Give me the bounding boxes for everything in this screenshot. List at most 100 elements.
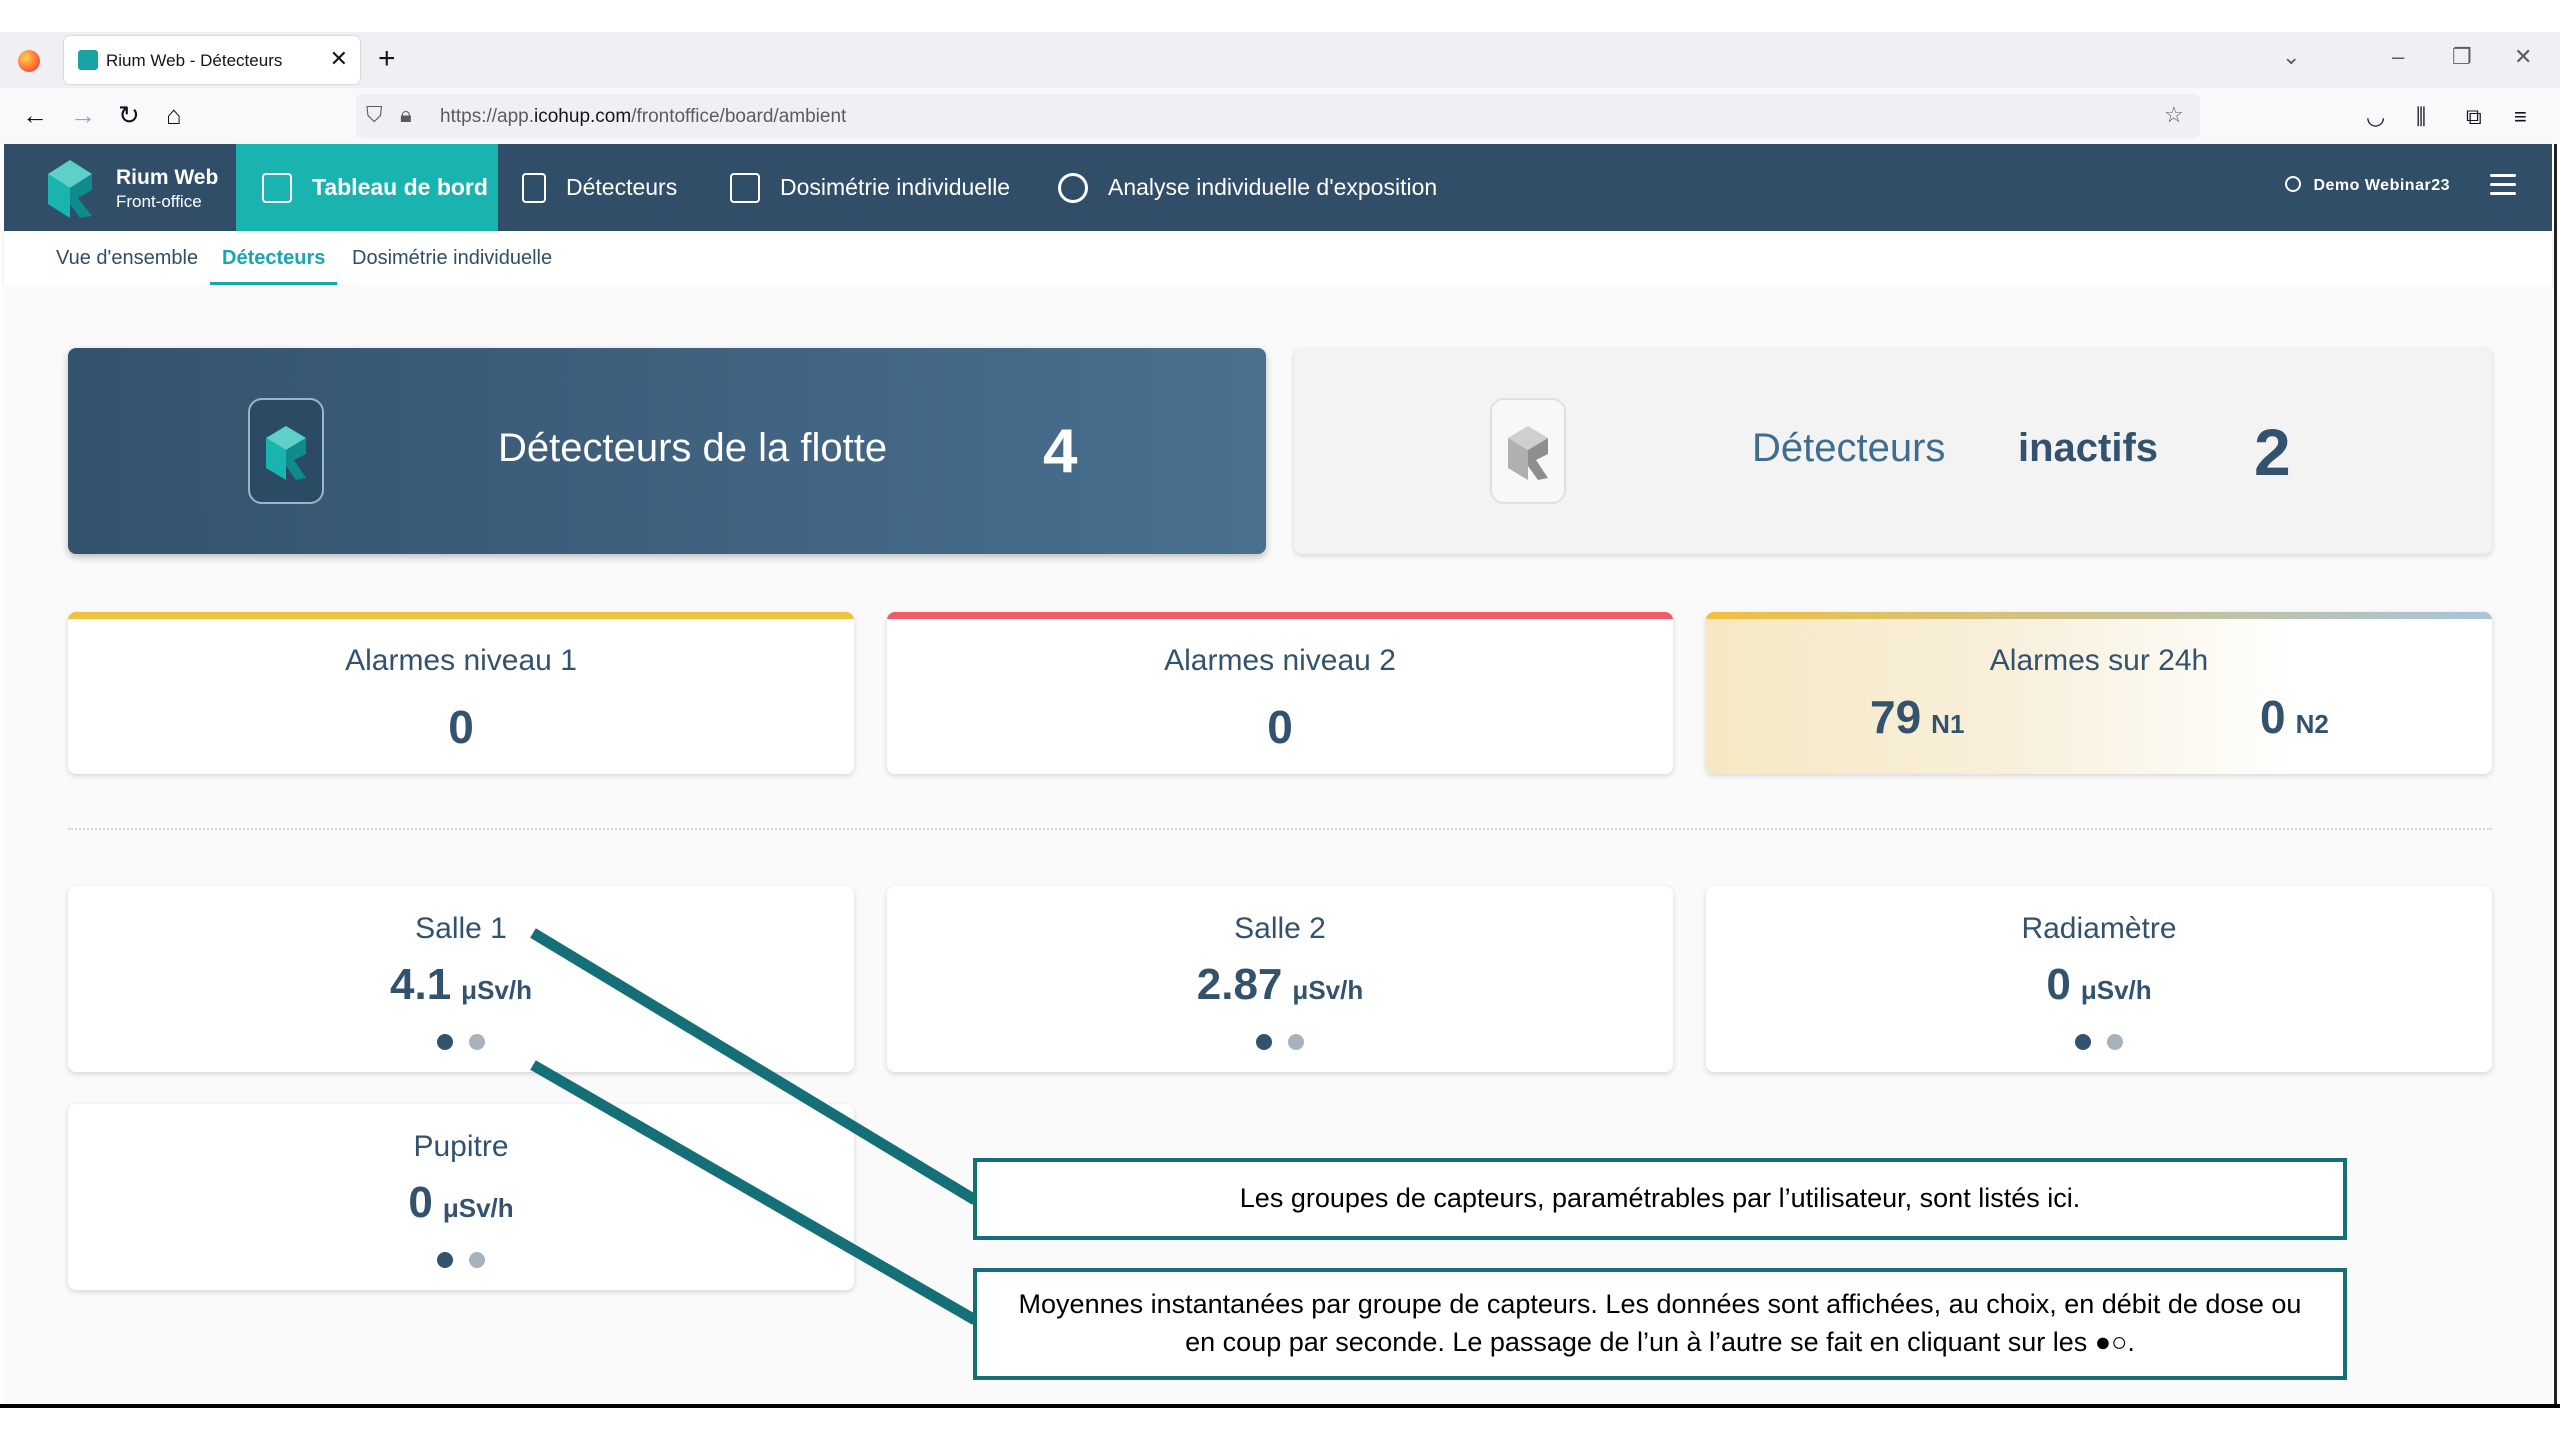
inactive-detector-icon (1490, 398, 1566, 504)
menu-dosimetrie-individuelle[interactable]: Dosimétrie individuelle (730, 144, 1010, 231)
group-name: Pupitre (413, 1130, 509, 1163)
frame-edge-right (2554, 144, 2557, 1406)
firefox-icon (18, 50, 40, 72)
group-name: Salle 1 (415, 912, 507, 945)
alarm-24h-bar (1706, 612, 2492, 619)
close-tab-icon[interactable]: ✕ (330, 46, 348, 72)
group-card-pupitre[interactable]: Pupitre 0 μSv/h (68, 1104, 854, 1290)
menu-tableau-de-bord[interactable]: Tableau de bord (236, 144, 498, 231)
pocket-icon[interactable]: ◡ (2366, 104, 2385, 130)
reload-icon[interactable]: ↻ (118, 100, 140, 131)
tab-strip: Rium Web - Détecteurs ✕ + ⌄ – ❐ ✕ (0, 32, 2560, 88)
subnav-detecteurs[interactable]: Détecteurs (210, 247, 338, 286)
new-tab-button[interactable]: + (378, 42, 396, 76)
hamburger-menu-icon[interactable] (2490, 174, 2516, 196)
person-search-icon (1058, 172, 1088, 203)
inactive-label-strong: inactifs (2018, 426, 2159, 470)
group-name: Radiamètre (2021, 912, 2177, 945)
navigation-bar: ← → ↻ ⌂ ⛉ 🔒︎ https://app.icohup.com/fron… (0, 88, 2560, 144)
alarm-24h-card[interactable]: Alarmes sur 24h 79 N1 0 N2 (1706, 612, 2492, 774)
restore-icon[interactable]: ❐ (2452, 44, 2472, 70)
unit-toggle-dots (68, 1034, 854, 1055)
group-card-salle-1[interactable]: Salle 1 4.1 μSv/h (68, 886, 854, 1072)
inactive-detectors-card[interactable]: Détecteurs inactifs 2 (1294, 348, 2492, 554)
close-window-icon[interactable]: ✕ (2514, 44, 2532, 70)
user-menu[interactable]: Demo Webinar23 (2285, 176, 2450, 195)
user-icon (2285, 176, 2302, 192)
annotation-groups-note: Les groupes de capteurs, paramétrables p… (973, 1158, 2347, 1240)
url-text[interactable]: https://app.icohup.com/frontoffice/board… (440, 106, 846, 128)
fleet-detectors-card[interactable]: Détecteurs de la flotte 4 (68, 348, 1266, 554)
alarm-level2-card[interactable]: Alarmes niveau 2 0 (887, 612, 1673, 774)
inactive-count: 2 (2254, 415, 2291, 489)
menu-analyse-exposition[interactable]: Analyse individuelle d'exposition (1058, 144, 1437, 231)
lock-icon[interactable]: 🔒︎ (400, 102, 412, 128)
bookmark-star-icon[interactable]: ☆ (2164, 102, 2184, 128)
inactive-label: Détecteurs (1752, 426, 1946, 470)
alarm-level1-title: Alarmes niveau 1 (345, 644, 577, 677)
shield-icon[interactable]: ⛉ (366, 102, 383, 128)
rium-favicon-icon (78, 50, 98, 70)
dose-rate-dot[interactable] (1256, 1034, 1272, 1050)
tab-title: Rium Web - Détecteurs (106, 51, 283, 70)
detector-device-icon (248, 398, 324, 504)
unit-toggle-dots (68, 1252, 854, 1273)
library-icon[interactable]: ⫼ (2416, 104, 2426, 130)
app-header: Rium Web Front-office Tableau de bord Dé… (4, 144, 2552, 231)
group-value: 0 μSv/h (408, 1178, 514, 1227)
detector-icon (522, 172, 546, 203)
back-arrow-icon[interactable]: ← (22, 100, 48, 131)
list-tabs-chevron-icon[interactable]: ⌄ (2282, 44, 2300, 70)
alarm-level2-value: 0 (1267, 701, 1293, 753)
fleet-label: Détecteurs de la flotte (498, 426, 888, 470)
brand-subtitle: Front-office (116, 192, 202, 211)
group-card-salle-2[interactable]: Salle 2 2.87 μSv/h (887, 886, 1673, 1072)
id-card-icon (730, 172, 760, 203)
group-value: 4.1 μSv/h (390, 960, 532, 1009)
counts-per-second-dot[interactable] (1288, 1034, 1304, 1050)
alarm-24h-title: Alarmes sur 24h (1989, 644, 2209, 677)
extensions-icon[interactable]: ⧉ (2466, 104, 2482, 130)
menu-detecteurs[interactable]: Détecteurs (522, 144, 677, 231)
section-divider (68, 828, 2492, 830)
frame-edge-bottom (0, 1404, 2560, 1408)
group-card-radiametre[interactable]: Radiamètre 0 μSv/h (1706, 886, 2492, 1072)
alarm-level1-bar (68, 612, 854, 619)
counts-per-second-dot[interactable] (2107, 1034, 2123, 1050)
fleet-count: 4 (1043, 417, 1078, 486)
counts-per-second-dot[interactable] (469, 1034, 485, 1050)
unit-toggle-dots (1706, 1034, 2492, 1055)
dose-rate-dot[interactable] (2075, 1034, 2091, 1050)
user-name: Demo Webinar23 (2313, 177, 2450, 194)
annotation-averages-note: Moyennes instantanées par groupe de capt… (973, 1268, 2347, 1380)
browser-chrome: Rium Web - Détecteurs ✕ + ⌄ – ❐ ✕ ← → ↻ … (0, 32, 2560, 144)
dose-rate-dot[interactable] (437, 1034, 453, 1050)
dashboard-icon (262, 172, 292, 203)
subnav-dosimetrie[interactable]: Dosimétrie individuelle (352, 247, 552, 282)
unit-toggle-dots (887, 1034, 1673, 1055)
group-name: Salle 2 (1234, 912, 1326, 945)
url-bar[interactable]: ⛉ 🔒︎ https://app.icohup.com/frontoffice/… (356, 94, 2200, 138)
menu-label: Détecteurs (566, 174, 678, 200)
sub-navigation: Vue d'ensemble Détecteurs Dosimétrie ind… (4, 231, 2552, 286)
counts-per-second-dot[interactable] (469, 1252, 485, 1268)
forward-arrow-icon[interactable]: → (70, 100, 96, 131)
menu-label: Dosimétrie individuelle (780, 174, 1011, 200)
alarm-level2-title: Alarmes niveau 2 (1164, 644, 1396, 677)
brand-name: Rium Web (116, 166, 219, 189)
alarm-level1-value: 0 (448, 701, 474, 753)
browser-tab[interactable]: Rium Web - Détecteurs ✕ (64, 36, 360, 84)
dose-rate-dot[interactable] (437, 1252, 453, 1268)
app-menu-icon[interactable]: ≡ (2514, 104, 2527, 130)
menu-label: Tableau de bord (312, 174, 488, 200)
alarm-level1-card[interactable]: Alarmes niveau 1 0 (68, 612, 854, 774)
group-value: 0 μSv/h (2046, 960, 2152, 1009)
menu-label: Analyse individuelle d'exposition (1108, 174, 1438, 200)
minimize-icon[interactable]: – (2392, 44, 2404, 70)
alarm-24h-n2: 0 N2 (2260, 691, 2329, 743)
alarm-level2-bar (887, 612, 1673, 619)
rium-logo-icon[interactable] (42, 156, 98, 220)
alarm-24h-n1: 79 N1 (1870, 691, 1965, 743)
home-icon[interactable]: ⌂ (166, 100, 182, 131)
subnav-vue-ensemble[interactable]: Vue d'ensemble (56, 247, 198, 282)
